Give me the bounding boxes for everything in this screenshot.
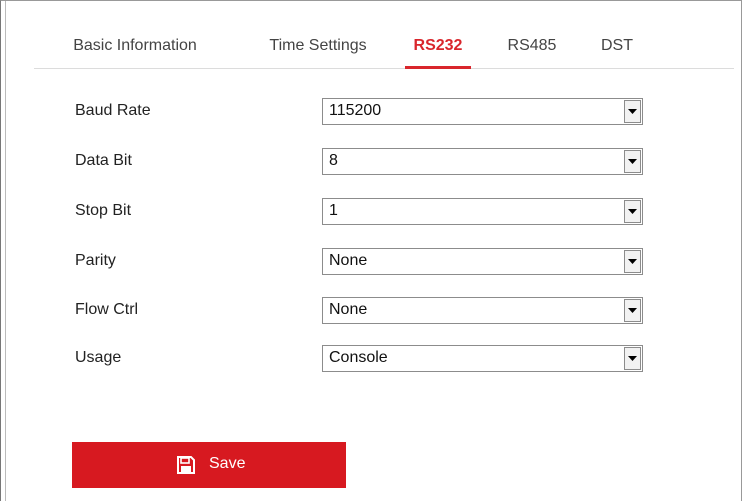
usage-value: Console xyxy=(329,349,388,366)
chevron-down-icon xyxy=(628,259,637,264)
tab-dst[interactable]: DST xyxy=(594,26,640,68)
chevron-down-icon xyxy=(628,109,637,114)
flow-ctrl-select[interactable]: None xyxy=(322,297,643,324)
parity-dropdown-button[interactable] xyxy=(624,250,641,273)
stop-bit-value: 1 xyxy=(329,202,338,219)
chevron-down-icon xyxy=(628,209,637,214)
stop-bit-label: Stop Bit xyxy=(75,202,132,219)
baud-rate-label: Baud Rate xyxy=(75,102,151,119)
save-button[interactable]: Save xyxy=(72,442,346,488)
chevron-down-icon xyxy=(628,159,637,164)
flow-ctrl-dropdown-button[interactable] xyxy=(624,299,641,322)
tab-label: RS232 xyxy=(413,37,463,54)
tab-label: Basic Information xyxy=(73,37,197,54)
save-button-label: Save xyxy=(209,455,246,472)
data-bit-label: Data Bit xyxy=(75,152,132,169)
tab-rs232[interactable]: RS232 xyxy=(405,26,471,69)
baud-rate-value: 115200 xyxy=(329,102,382,119)
parity-value: None xyxy=(329,252,368,269)
tab-label: DST xyxy=(601,37,633,54)
data-bit-select[interactable]: 8 xyxy=(322,148,643,175)
data-bit-row: Data Bit 8 xyxy=(75,148,645,176)
flow-ctrl-label: Flow Ctrl xyxy=(75,301,139,318)
baud-rate-row: Baud Rate 115200 xyxy=(75,98,645,126)
tab-label: Time Settings xyxy=(269,37,367,54)
flow-ctrl-value: None xyxy=(329,301,368,318)
usage-row: Usage Console xyxy=(75,345,645,373)
flow-ctrl-row: Flow Ctrl None xyxy=(75,297,645,325)
parity-label: Parity xyxy=(75,252,116,269)
tab-rs485[interactable]: RS485 xyxy=(501,26,563,68)
stop-bit-row: Stop Bit 1 xyxy=(75,198,645,226)
usage-label: Usage xyxy=(75,349,122,366)
parity-select[interactable]: None xyxy=(322,248,643,275)
chevron-down-icon xyxy=(628,356,637,361)
usage-dropdown-button[interactable] xyxy=(624,347,641,370)
chevron-down-icon xyxy=(628,308,637,313)
tab-basic-information[interactable]: Basic Information xyxy=(54,26,216,68)
tab-time-settings[interactable]: Time Settings xyxy=(255,26,381,68)
baud-rate-select[interactable]: 115200 xyxy=(322,98,643,125)
floppy-disk-icon xyxy=(177,456,195,474)
data-bit-dropdown-button[interactable] xyxy=(624,150,641,173)
tab-label: RS485 xyxy=(507,37,557,54)
usage-select[interactable]: Console xyxy=(322,345,643,372)
stop-bit-dropdown-button[interactable] xyxy=(624,200,641,223)
tab-bar: Basic Information Time Settings RS232 RS… xyxy=(34,26,734,69)
stop-bit-select[interactable]: 1 xyxy=(322,198,643,225)
data-bit-value: 8 xyxy=(329,152,338,169)
baud-rate-dropdown-button[interactable] xyxy=(624,100,641,123)
parity-row: Parity None xyxy=(75,248,645,276)
